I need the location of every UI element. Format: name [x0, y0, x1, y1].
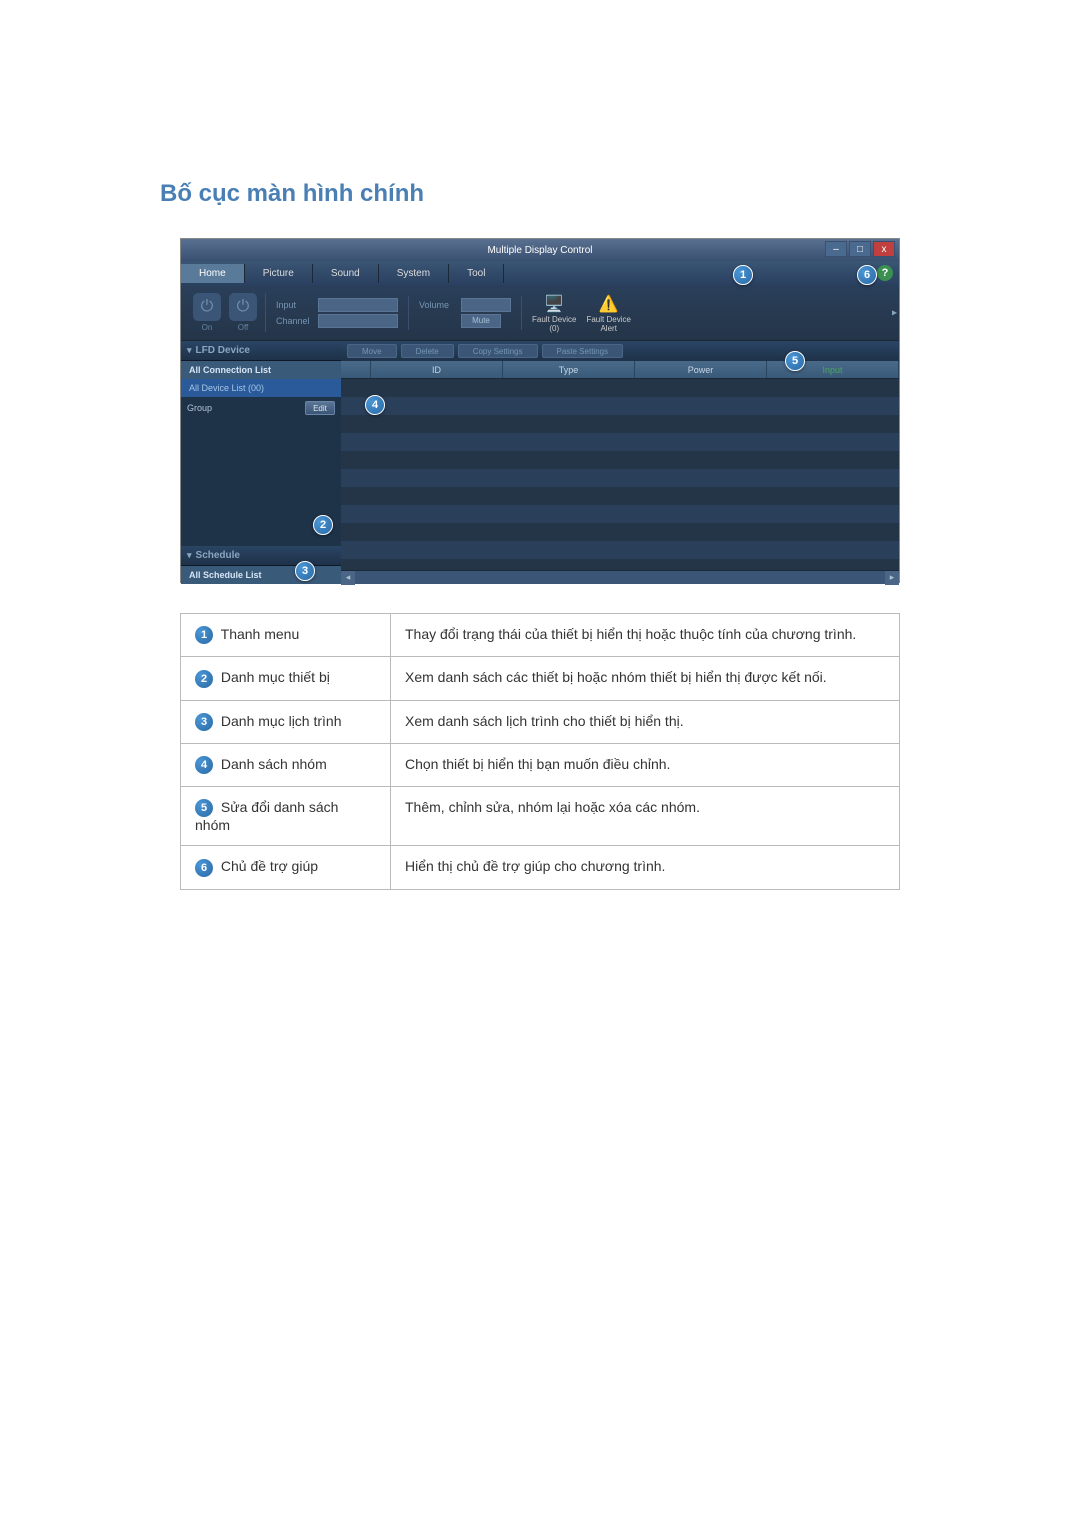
maximize-button[interactable]: □ — [849, 241, 871, 257]
legend-table: 1 Thanh menu Thay đổi trạng thái của thi… — [180, 613, 900, 890]
callout-1: 1 — [733, 265, 753, 285]
input-select[interactable] — [318, 298, 398, 312]
fault-device-icon: 🖥️ — [542, 292, 566, 316]
volume-label: Volume — [419, 300, 457, 310]
table-row: 3 Danh mục lịch trình Xem danh sách lịch… — [181, 700, 900, 743]
move-button[interactable]: Move — [347, 344, 397, 358]
tab-home[interactable]: Home — [181, 264, 245, 283]
id-column[interactable]: ID — [371, 361, 503, 378]
legend-label-4: Danh sách nhóm — [221, 756, 327, 772]
sidebar: LFD Device All Connection List All Devic… — [181, 341, 341, 584]
scroll-left-arrow[interactable]: ◂ — [341, 571, 355, 585]
callout-2: 2 — [313, 515, 333, 535]
tab-sound[interactable]: Sound — [313, 264, 379, 283]
table-row: 1 Thanh menu Thay đổi trạng thái của thi… — [181, 614, 900, 657]
legend-label-6: Chủ đề trợ giúp — [221, 858, 318, 874]
input-label: Input — [276, 300, 314, 310]
mute-button[interactable]: Mute — [461, 314, 501, 328]
lfd-device-header[interactable]: LFD Device — [181, 341, 341, 361]
checkbox-column — [341, 361, 371, 378]
menu-bar: Home Picture Sound System Tool ? — [181, 261, 899, 285]
legend-desc-6: Hiển thị chủ đề trợ giúp cho chương trìn… — [391, 846, 900, 889]
tab-system[interactable]: System — [379, 264, 449, 283]
callout-6: 6 — [857, 265, 877, 285]
legend-desc-5: Thêm, chỉnh sửa, nhóm lại hoặc xóa các n… — [391, 787, 900, 846]
horizontal-scrollbar[interactable]: ◂ ▸ — [341, 570, 899, 584]
table-row: 4 Danh sách nhóm Chọn thiết bị hiển thị … — [181, 743, 900, 786]
edit-button[interactable]: Edit — [305, 401, 335, 415]
legend-num-1: 1 — [195, 626, 213, 644]
table-row: 5 Sửa đổi danh sách nhóm Thêm, chỉnh sửa… — [181, 787, 900, 846]
legend-num-4: 4 — [195, 756, 213, 774]
legend-label-5: Sửa đổi danh sách nhóm — [195, 799, 338, 833]
all-device-list[interactable]: All Device List (00) — [181, 379, 341, 397]
minimize-button[interactable]: – — [825, 241, 847, 257]
tab-tool[interactable]: Tool — [449, 264, 504, 283]
scroll-right-arrow[interactable]: ▸ — [885, 571, 899, 585]
all-schedule-list[interactable]: All Schedule List — [181, 566, 341, 584]
power-column[interactable]: Power — [635, 361, 767, 378]
callout-4: 4 — [365, 395, 385, 415]
legend-desc-1: Thay đổi trạng thái của thiết bị hiển th… — [391, 614, 900, 657]
power-off-icon: ⏻ — [229, 293, 257, 321]
table-row: 2 Danh mục thiết bị Xem danh sách các th… — [181, 657, 900, 700]
alert-icon: ⚠️ — [597, 292, 621, 316]
power-on-button[interactable]: ⏻ On — [193, 293, 221, 332]
type-column[interactable]: Type — [503, 361, 635, 378]
content-area: Move Delete Copy Settings Paste Settings… — [341, 341, 899, 584]
schedule-header[interactable]: Schedule — [181, 546, 341, 566]
legend-desc-3: Xem danh sách lịch trình cho thiết bị hi… — [391, 700, 900, 743]
table-row: 6 Chủ đề trợ giúp Hiển thị chủ đề trợ gi… — [181, 846, 900, 889]
help-icon[interactable]: ? — [877, 265, 893, 281]
channel-label: Channel — [276, 316, 314, 326]
delete-button[interactable]: Delete — [401, 344, 454, 358]
legend-num-6: 6 — [195, 859, 213, 877]
legend-num-5: 5 — [195, 799, 213, 817]
legend-label-2: Danh mục thiết bị — [221, 669, 330, 685]
close-button[interactable]: x — [873, 241, 895, 257]
tab-picture[interactable]: Picture — [245, 264, 313, 283]
legend-label-3: Danh mục lịch trình — [221, 713, 342, 729]
fault-alert-label: Fault DeviceAlert — [586, 316, 630, 334]
titlebar: Multiple Display Control – □ x — [181, 239, 899, 261]
toolbar-expand-arrow[interactable]: ▸ — [892, 307, 897, 318]
table-body — [341, 379, 899, 570]
power-on-icon: ⏻ — [193, 293, 221, 321]
legend-num-3: 3 — [195, 713, 213, 731]
fault-alert-button[interactable]: ⚠️ Fault DeviceAlert — [586, 292, 630, 334]
power-off-label: Off — [238, 323, 249, 332]
legend-label-1: Thanh menu — [221, 626, 300, 642]
all-connection-list[interactable]: All Connection List — [181, 361, 341, 379]
paste-settings-button[interactable]: Paste Settings — [542, 344, 624, 358]
legend-desc-4: Chọn thiết bị hiển thị bạn muốn điều chỉ… — [391, 743, 900, 786]
legend-num-2: 2 — [195, 670, 213, 688]
window-title: Multiple Display Control — [487, 245, 592, 256]
toolbar: ⏻ On ⏻ Off Input Channel — [181, 285, 899, 341]
fault-device-label: Fault Device(0) — [532, 316, 576, 334]
group-label: Group — [187, 403, 212, 413]
channel-select[interactable] — [318, 314, 398, 328]
callout-5: 5 — [785, 351, 805, 371]
fault-device-button[interactable]: 🖥️ Fault Device(0) — [532, 292, 576, 334]
callout-3: 3 — [295, 561, 315, 581]
power-on-label: On — [202, 323, 213, 332]
app-screenshot: Multiple Display Control – □ x Home Pict… — [180, 238, 900, 583]
table-header: ID Type Power Input — [341, 361, 899, 379]
volume-input[interactable] — [461, 298, 511, 312]
page-title: Bố cục màn hình chính — [160, 180, 920, 208]
power-off-button[interactable]: ⏻ Off — [229, 293, 257, 332]
legend-desc-2: Xem danh sách các thiết bị hoặc nhóm thi… — [391, 657, 900, 700]
copy-settings-button[interactable]: Copy Settings — [458, 344, 538, 358]
